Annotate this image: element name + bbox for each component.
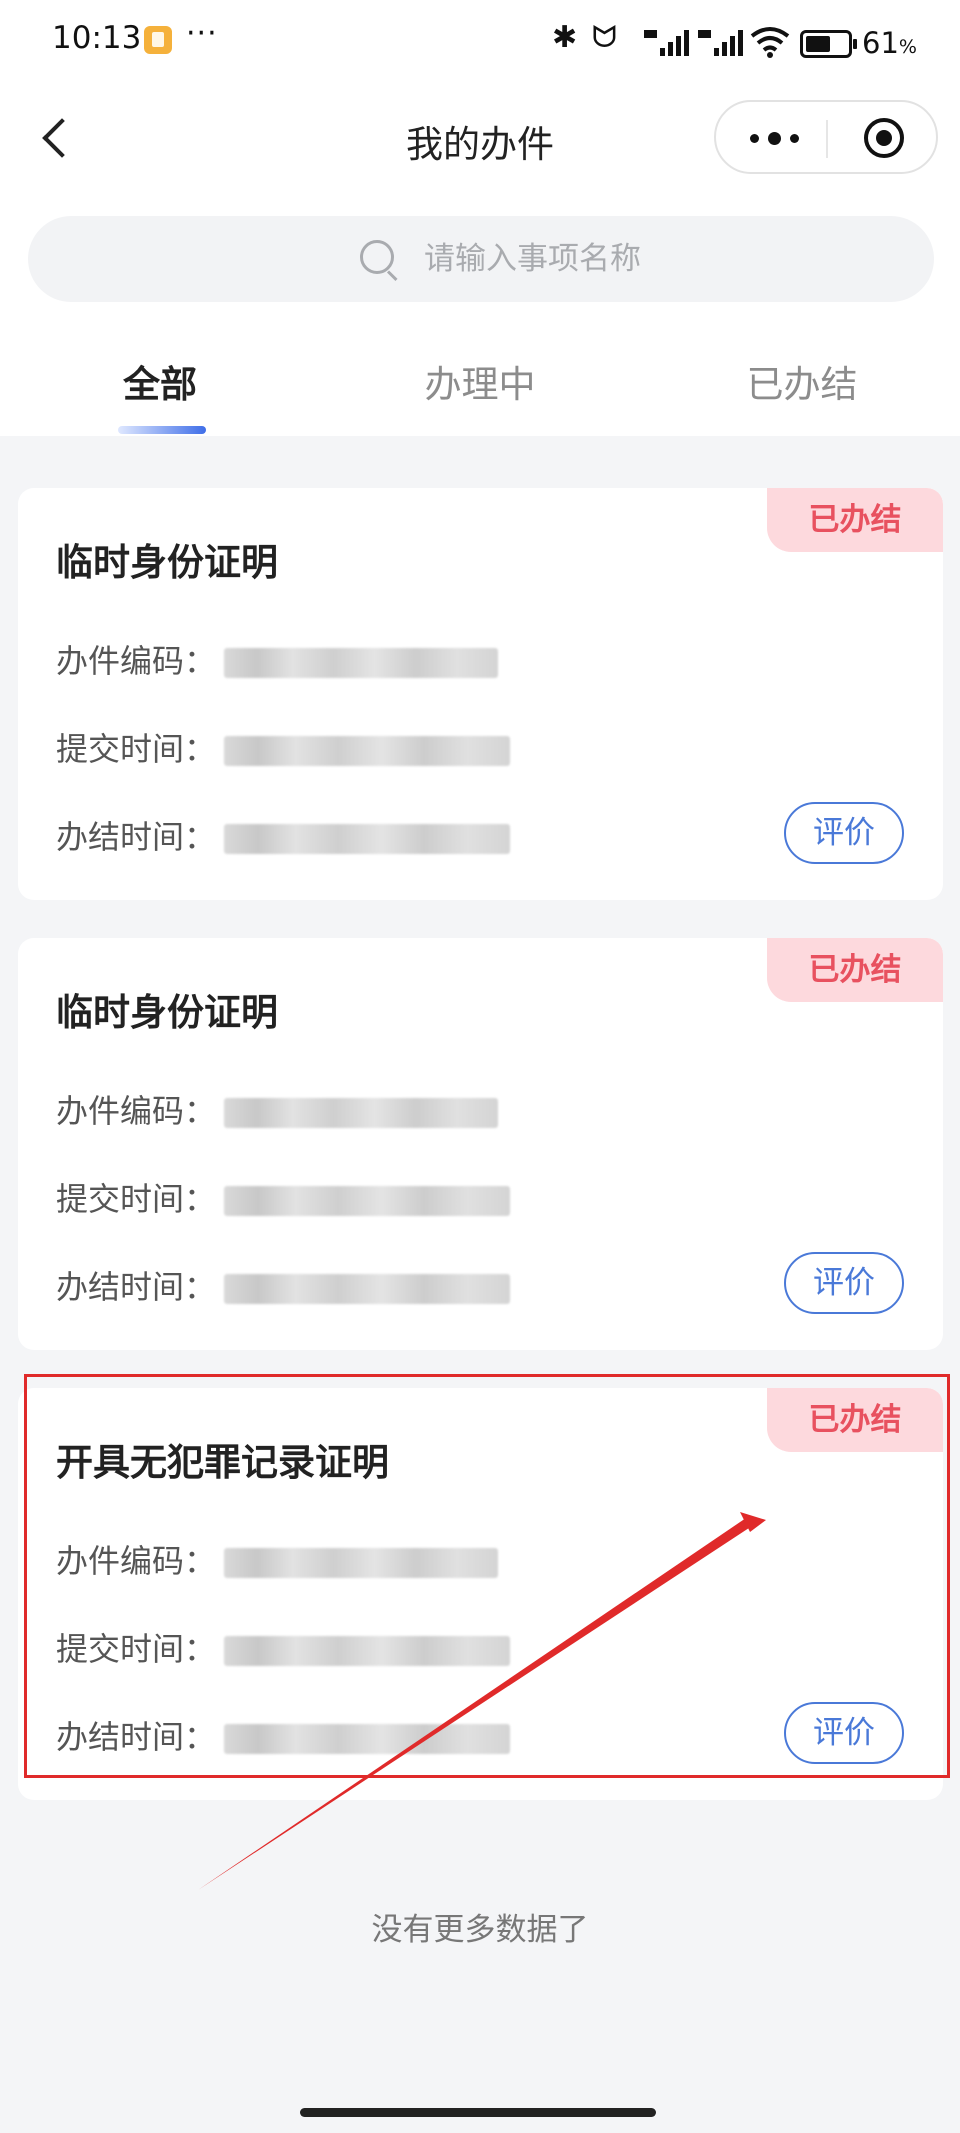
- battery-percent: 61%: [862, 26, 917, 60]
- headphones-icon: ᗢ: [592, 20, 617, 55]
- capsule-divider: [826, 120, 828, 158]
- notification-app-icon: [144, 26, 172, 54]
- status-icons: ✱ ᗢ 61%: [552, 20, 917, 64]
- battery-icon: [800, 30, 857, 58]
- highlight-box: [24, 1374, 950, 1778]
- tab-completed[interactable]: 已办结: [662, 354, 942, 408]
- case-title: 临时身份证明: [56, 541, 278, 584]
- hd-signal-icon: [644, 30, 689, 56]
- case-card[interactable]: 临时身份证明 已办结 办件编码： 提交时间： 办结时间： 评价: [18, 488, 943, 900]
- case-card[interactable]: 临时身份证明 已办结 办件编码： 提交时间： 办结时间： 评价: [18, 938, 943, 1350]
- wifi-icon: [750, 27, 790, 58]
- search-input[interactable]: [424, 234, 904, 284]
- submit-time-row: 提交时间：: [56, 1174, 511, 1220]
- complete-time-row: 办结时间：: [56, 1262, 511, 1308]
- rate-button[interactable]: 评价: [784, 802, 904, 864]
- case-title: 临时身份证明: [56, 991, 278, 1034]
- submit-time-row: 提交时间：: [56, 724, 511, 770]
- status-more-dots: ···: [186, 16, 218, 51]
- status-bar: 10:13 ··· ✱ ᗢ 61%: [0, 0, 960, 82]
- tab-all[interactable]: 全部: [20, 354, 300, 408]
- redacted-value: [224, 1186, 511, 1216]
- redacted-value: [224, 1274, 511, 1304]
- search-bar[interactable]: [28, 216, 934, 302]
- redacted-value: [224, 648, 499, 678]
- case-code-row: 办件编码：: [56, 636, 499, 682]
- redacted-value: [224, 1098, 499, 1128]
- bluetooth-icon: ✱: [552, 20, 578, 55]
- rate-button[interactable]: 评价: [784, 1252, 904, 1314]
- status-time: 10:13: [52, 20, 142, 56]
- case-code-row: 办件编码：: [56, 1086, 499, 1132]
- active-tab-indicator: [118, 426, 206, 434]
- search-icon: [360, 240, 394, 274]
- no-more-data-text: 没有更多数据了: [371, 1912, 589, 1948]
- more-icon[interactable]: [746, 120, 806, 156]
- status-badge: 已办结: [767, 938, 943, 1002]
- home-indicator[interactable]: [300, 2108, 656, 2117]
- tab-in-progress[interactable]: 办理中: [340, 354, 620, 408]
- redacted-value: [224, 824, 511, 854]
- mini-program-capsule: [714, 100, 938, 174]
- status-badge: 已办结: [767, 488, 943, 552]
- close-target-icon[interactable]: [864, 118, 904, 158]
- redacted-value: [224, 736, 511, 766]
- complete-time-row: 办结时间：: [56, 812, 511, 858]
- hd-signal-icon: [698, 30, 743, 56]
